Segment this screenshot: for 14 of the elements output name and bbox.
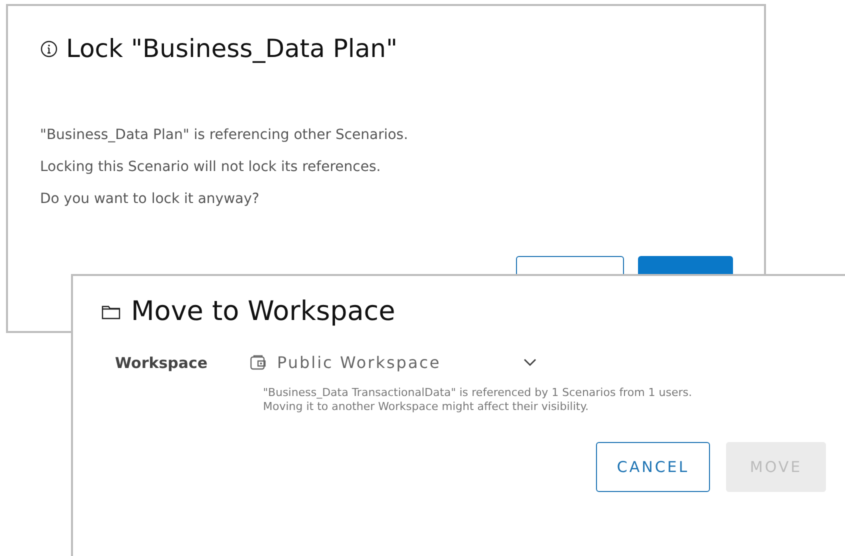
folder-icon (101, 304, 121, 320)
dialog-title: Lock "Business_Data Plan" (66, 34, 398, 63)
chevron-down-icon (523, 358, 537, 367)
hint-text: "Business_Data TransactionalData" is referenced by 1 Scenarios from 1 users. (263, 386, 693, 400)
wallet-icon (249, 354, 267, 372)
hint-text: Moving it to another Workspace might affect their visibility. (263, 400, 590, 414)
workspace-select[interactable]: Public Workspace (249, 353, 549, 372)
dialog-title: Move to Workspace (131, 296, 396, 327)
field-label: Workspace (115, 354, 209, 372)
message-text: Do you want to lock it anyway? (40, 190, 260, 209)
message-text: "Business_Data Plan" is referencing other Scenarios. (40, 126, 410, 145)
message-text: Locking this Scenario will not lock its references. (40, 158, 382, 177)
info-icon (40, 40, 58, 58)
dialog-button[interactable]: CANCEL (596, 442, 710, 492)
